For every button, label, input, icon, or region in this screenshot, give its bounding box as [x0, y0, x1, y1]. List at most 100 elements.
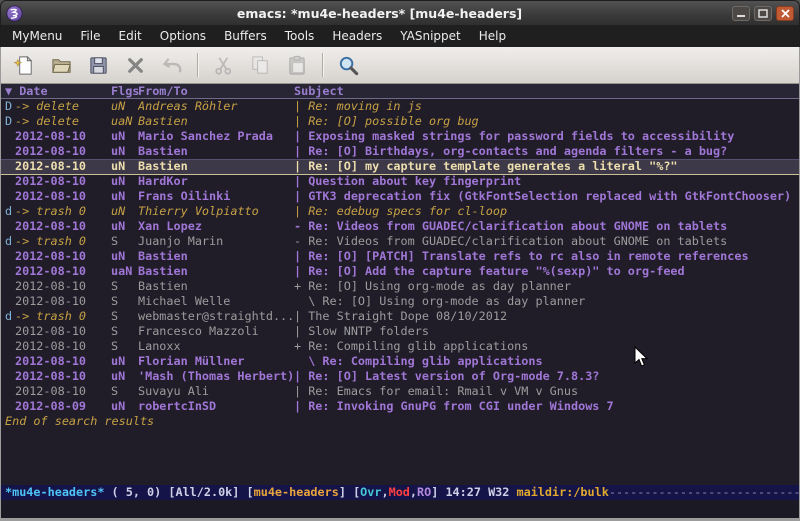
new-file-button[interactable] [9, 51, 39, 79]
message-list: D-> deleteuNAndreas Röhler| Re: moving i… [1, 99, 799, 414]
cell-mark [1, 174, 15, 189]
cell-mark: d [1, 204, 15, 219]
menu-item-edit[interactable]: Edit [110, 26, 151, 46]
message-row[interactable]: D-> deleteuaNBastien| Re: [O] possible o… [1, 114, 799, 129]
menu-item-yasnippet[interactable]: YASnippet [391, 26, 470, 46]
message-row[interactable]: D-> deleteuNAndreas Röhler| Re: moving i… [1, 99, 799, 114]
toolbar [0, 47, 800, 84]
menu-item-headers[interactable]: Headers [323, 26, 391, 46]
menu-item-file[interactable]: File [71, 26, 109, 46]
maximize-button[interactable] [754, 6, 772, 21]
message-row[interactable]: d-> trash 0Swebmaster@straightd...| The … [1, 309, 799, 324]
open-folder-icon [50, 54, 73, 77]
message-row[interactable]: 2012-08-10uNFlorian Müllner \ Re: Compil… [1, 354, 799, 369]
cell-date: 2012-08-10 [15, 279, 111, 294]
cell-date: -> delete [15, 114, 111, 129]
cell-date: 2012-08-10 [15, 324, 111, 339]
cell-date: 2012-08-10 [15, 294, 111, 309]
maximize-icon [758, 9, 768, 18]
cell-date: 2012-08-10 [15, 129, 111, 144]
close-buffer-icon [124, 54, 147, 77]
modeline-segment: [All/2.0k] [168, 485, 246, 499]
close-button[interactable] [776, 6, 794, 21]
copy-button[interactable] [245, 51, 275, 79]
message-row[interactable]: 2012-08-10SBastien+ Re: [O] Using org-mo… [1, 279, 799, 294]
cell-date: 2012-08-10 [15, 249, 111, 264]
cell-subject: | Re: [O] [PATCH] Translate refs to rc a… [294, 249, 799, 264]
open-file-button[interactable] [46, 51, 76, 79]
modeline-segment: Mod [389, 485, 410, 499]
cell-subject: + Re: Compiling glib applications [294, 339, 799, 354]
toolbar-separator [322, 53, 323, 77]
toolbar-separator [197, 53, 198, 77]
cell-date: 2012-08-10 [15, 219, 111, 234]
cell-from: robertcInSD [138, 399, 294, 414]
cell-flags: uN [111, 249, 138, 264]
cut-icon [212, 54, 235, 77]
cell-from: Thierry Volpiatto [138, 204, 294, 219]
cell-date: 2012-08-10 [15, 264, 111, 279]
cell-mark [1, 144, 15, 159]
cell-subject: | Re: Invoking GnuPG from CGI under Wind… [294, 399, 799, 414]
save-buffer-button[interactable] [83, 51, 113, 79]
cell-from: Florian Müllner [138, 354, 294, 369]
menu-item-mymenu[interactable]: MyMenu [3, 26, 71, 46]
message-row[interactable]: 2012-08-10uNBastien| Re: [O] my capture … [1, 159, 799, 174]
menu-item-help[interactable]: Help [470, 26, 515, 46]
cell-from: 'Mash (Thomas Herbert) [138, 369, 294, 384]
cell-from: Mario Sanchez Prada [138, 129, 294, 144]
title-bar[interactable]: emacs: *mu4e-headers* [mu4e-headers] [0, 0, 800, 25]
search-button[interactable] [333, 51, 363, 79]
cell-subject: | Re: moving in js [294, 99, 799, 114]
cell-mark [1, 219, 15, 234]
cell-from: Bastien [138, 114, 294, 129]
cell-flags: uN [111, 129, 138, 144]
window-title: emacs: *mu4e-headers* [mu4e-headers] [27, 6, 732, 21]
cell-mark [1, 369, 15, 384]
cell-from: Lanoxx [138, 339, 294, 354]
cell-mark [1, 354, 15, 369]
message-row[interactable]: 2012-08-10uaNBastien| Re: [O] Add the ca… [1, 264, 799, 279]
undo-button[interactable] [157, 51, 187, 79]
message-row[interactable]: 2012-08-10SSuvayu Ali| Re: Emacs for ema… [1, 384, 799, 399]
mode-line[interactable]: *mu4e-headers* ( 5, 0) [All/2.0k] [mu4e-… [1, 485, 799, 500]
message-row[interactable]: 2012-08-10SMichael Welle \ Re: [O] Using… [1, 294, 799, 309]
cell-flags: uN [111, 354, 138, 369]
window-controls [732, 6, 794, 21]
minimize-button[interactable] [732, 6, 750, 21]
cell-subject: | Exposing masked strings for password f… [294, 129, 799, 144]
message-row[interactable]: 2012-08-10uNFrans Oilinki| GTK3 deprecat… [1, 189, 799, 204]
copy-icon [249, 54, 272, 77]
cell-flags: uN [111, 399, 138, 414]
cell-from: Michael Welle [138, 294, 294, 309]
paste-button[interactable] [282, 51, 312, 79]
cell-subject: | Re: [O] possible org bug [294, 114, 799, 129]
menu-item-buffers[interactable]: Buffers [215, 26, 276, 46]
message-row[interactable]: 2012-08-10SLanoxx+ Re: Compiling glib ap… [1, 339, 799, 354]
menu-item-tools[interactable]: Tools [276, 26, 324, 46]
kill-buffer-button[interactable] [120, 51, 150, 79]
save-icon [87, 54, 110, 77]
search-icon [337, 54, 360, 77]
message-row[interactable]: 2012-08-10SFrancesco Mazzoli| Slow NNTP … [1, 324, 799, 339]
message-row[interactable]: 2012-08-10uN'Mash (Thomas Herbert)| Re: … [1, 369, 799, 384]
cell-from: Francesco Mazzoli [138, 324, 294, 339]
message-row[interactable]: d-> trash 0uNThierry Volpiatto| Re: edeb… [1, 204, 799, 219]
cell-from: webmaster@straightd... [138, 309, 294, 324]
modeline-segment: ----------------------------------------… [609, 485, 799, 499]
message-row[interactable]: 2012-08-09uNrobertcInSD| Re: Invoking Gn… [1, 399, 799, 414]
message-row[interactable]: d-> trash 0SJuanjo Marin- Re: Videos fro… [1, 234, 799, 249]
minibuffer[interactable] [1, 500, 799, 518]
menu-item-options[interactable]: Options [151, 26, 215, 46]
message-row[interactable]: 2012-08-10uNBastien| Re: [O] [PATCH] Tra… [1, 249, 799, 264]
message-row[interactable]: 2012-08-10uNBastien| Re: [O] Birthdays, … [1, 144, 799, 159]
cell-flags: S [111, 279, 138, 294]
message-row[interactable]: 2012-08-10uNXan Lopez- Re: Videos from G… [1, 219, 799, 234]
cell-mark: D [1, 99, 15, 114]
cell-mark [1, 294, 15, 309]
cell-date: -> trash 0 [15, 234, 111, 249]
message-row[interactable]: 2012-08-10uNMario Sanchez Prada| Exposin… [1, 129, 799, 144]
cell-mark [1, 384, 15, 399]
cut-button[interactable] [208, 51, 238, 79]
message-row[interactable]: 2012-08-10uNHardKor| Question about key … [1, 174, 799, 189]
